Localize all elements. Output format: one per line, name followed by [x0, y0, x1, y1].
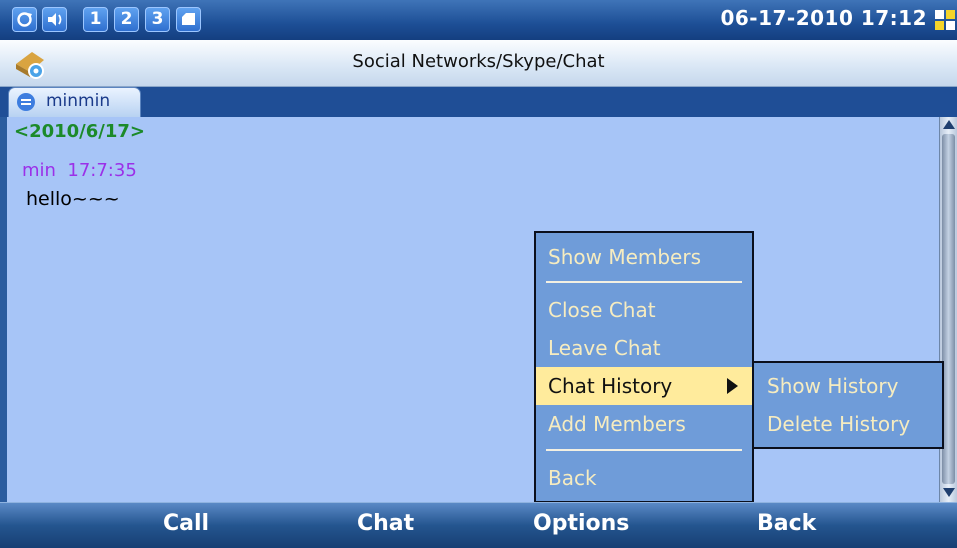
status-datetime: 06-17-2010 17:12	[720, 6, 927, 30]
sync-icon	[12, 7, 37, 32]
softkey-chat[interactable]: Chat	[357, 511, 414, 536]
left-frame	[0, 117, 7, 502]
softkey-call[interactable]: Call	[163, 511, 209, 536]
tab-strip	[0, 87, 957, 117]
scroll-up-icon[interactable]	[943, 120, 955, 129]
menu-item-chat-history[interactable]: Chat History	[536, 367, 752, 405]
device-screen: 1 2 3 06-17-2010 17:12 Social Networks/S…	[0, 0, 957, 548]
status-bar: 1 2 3 06-17-2010 17:12	[0, 0, 957, 40]
title-bar: Social Networks/Skype/Chat	[0, 40, 957, 87]
menu-item-close-chat[interactable]: Close Chat	[536, 291, 752, 329]
menu-divider	[546, 281, 742, 283]
chat-history-submenu: Show History Delete History	[752, 361, 944, 449]
network-icon	[935, 10, 955, 30]
page-title: Social Networks/Skype/Chat	[352, 51, 605, 72]
social-networks-icon	[16, 52, 44, 79]
softkey-back[interactable]: Back	[757, 511, 816, 536]
chat-date-header: <2010/6/17>	[14, 121, 145, 142]
softkey-bar: Call Chat Options Back	[0, 502, 957, 548]
menu-item-add-members[interactable]: Add Members	[536, 405, 752, 443]
message-sender-time: min 17:7:35	[22, 160, 137, 181]
scroll-down-icon[interactable]	[943, 488, 955, 497]
menu-item-show-members[interactable]: Show Members	[536, 238, 752, 276]
submenu-item-show-history[interactable]: Show History	[754, 367, 942, 405]
submenu-arrow-icon	[727, 378, 738, 394]
line-1-indicator: 1	[83, 7, 108, 32]
line-2-indicator: 2	[114, 7, 139, 32]
submenu-item-delete-history[interactable]: Delete History	[754, 405, 942, 443]
tab-chat-minmin[interactable]: minmin	[8, 87, 141, 117]
options-menu: Show Members Close Chat Leave Chat Chat …	[534, 231, 754, 503]
menu-divider	[546, 449, 742, 451]
volume-icon	[42, 7, 67, 32]
folder-icon	[176, 7, 201, 32]
softkey-options[interactable]: Options	[533, 511, 629, 536]
tab-label: minmin	[46, 91, 111, 111]
line-3-indicator: 3	[145, 7, 170, 32]
menu-item-leave-chat[interactable]: Leave Chat	[536, 329, 752, 367]
menu-item-label: Chat History	[548, 374, 673, 398]
message-text: hello~~~	[26, 188, 120, 210]
menu-item-back[interactable]: Back	[536, 459, 752, 497]
chat-bubble-icon	[17, 93, 35, 111]
